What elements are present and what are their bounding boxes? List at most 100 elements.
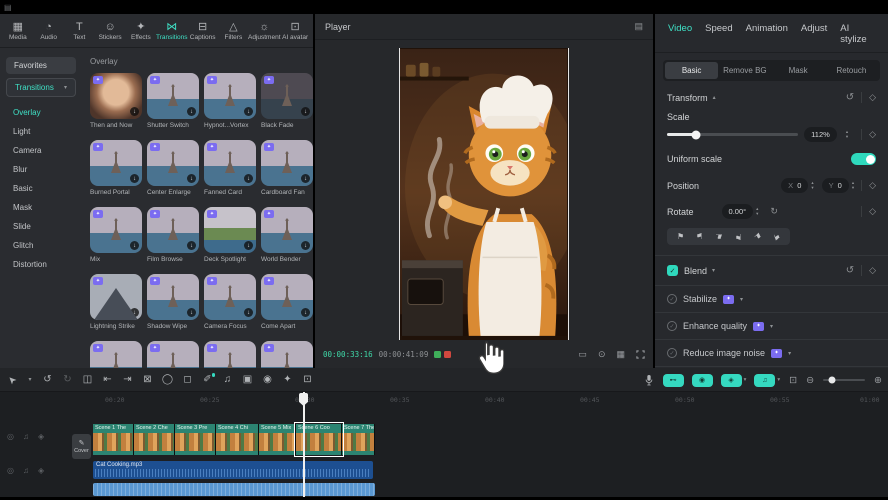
timeline-tool-button[interactable]: ➤ (4, 371, 21, 388)
inspector-subtab[interactable]: Basic (665, 62, 718, 79)
rotate-keyframe-button[interactable]: ◇ (861, 206, 876, 217)
timeline-tool-button[interactable]: ▣ (241, 374, 254, 385)
timeline-tool-button[interactable]: ♫ (221, 374, 234, 385)
cover-button[interactable]: ✎ Cover (72, 434, 91, 459)
blend-keyframe-button[interactable]: ◇ (861, 265, 876, 276)
inspector-section-row[interactable]: ✓ Enhance quality ✦ ▾ (655, 312, 888, 339)
align-center-h-icon[interactable]: ⚑ (752, 231, 763, 242)
chevron-down-icon[interactable]: ▾ (788, 350, 791, 357)
inspector-tab[interactable]: Adjust (801, 23, 827, 45)
transition-item[interactable]: ✦ ↓ Come Apart (261, 274, 313, 330)
align-bottom-icon[interactable]: ⚑ (735, 232, 742, 241)
aspect-ratio-icon[interactable]: ▭ (578, 349, 587, 360)
sidebar-category-item[interactable]: Light (0, 122, 82, 141)
sidebar-category-selector[interactable]: Transitions ▾ (6, 78, 76, 97)
chevron-down-icon[interactable]: ▾ (740, 296, 743, 303)
sidebar-category-item[interactable]: Overlay (0, 103, 82, 122)
preview-focus-icon[interactable]: ⊙ (598, 349, 606, 360)
timeline-tool-button[interactable]: ⊠ (141, 374, 154, 385)
timeline-tool-button[interactable]: ✐ (201, 374, 214, 385)
sidebar-favorites-button[interactable]: Favorites (6, 57, 76, 74)
timeline-quick-button[interactable]: ♫ ▾ (754, 374, 780, 387)
align-left-icon[interactable]: ⚑ (677, 232, 684, 241)
rotate-dial-icon[interactable]: ↻ (770, 206, 778, 217)
sidebar-category-item[interactable]: Blur (0, 160, 82, 179)
inspector-section-row[interactable]: ✓ Stabilize ✦ ▾ (655, 286, 888, 312)
transition-item[interactable]: ✦ ↓ Cardboard Fan (261, 140, 313, 196)
inspector-tab[interactable]: Video (668, 23, 692, 45)
fullscreen-icon[interactable] (636, 350, 645, 359)
transform-keyframe-button[interactable]: ◇ (861, 92, 876, 103)
timeline-zoom-out-icon[interactable]: ⊖ (806, 375, 814, 386)
timeline-tool-button[interactable]: ▾ (26, 376, 34, 383)
transition-item[interactable]: ✦ ↓ Center Enlarge (147, 140, 199, 196)
transition-item[interactable]: ✦ ↓ (261, 341, 313, 368)
timeline-tool-button[interactable]: ◻ (181, 374, 194, 385)
video-clip[interactable]: Scene 4 Chi (216, 424, 259, 455)
media-toolbar-tab[interactable]: △ Filters (219, 21, 249, 41)
video-clip[interactable]: Scene 3 Pre (175, 424, 216, 455)
timeline-tool-button[interactable]: ↺ (41, 374, 54, 385)
media-toolbar-tab[interactable]: ⋈ Transitions (157, 21, 187, 41)
rotate-stepper[interactable]: ▴▾ (756, 207, 758, 216)
media-toolbar-tab[interactable]: ⊟ Captions (188, 21, 218, 41)
lock-track-icon[interactable]: ◈ (38, 432, 44, 441)
uniform-scale-toggle[interactable] (851, 153, 876, 165)
sidebar-category-item[interactable]: Mask (0, 198, 82, 217)
transition-item[interactable]: ✦ ↓ (90, 341, 142, 368)
microphone-icon[interactable] (644, 374, 654, 386)
timeline-tool-button[interactable]: ◯ (161, 374, 174, 385)
playhead-line[interactable] (303, 392, 305, 497)
scale-slider[interactable] (667, 133, 798, 136)
transition-item[interactable]: ✦ ↓ Mix (90, 207, 142, 263)
video-clip[interactable]: Scene 7 The (342, 424, 375, 455)
inspector-tab[interactable]: Animation (746, 23, 788, 45)
sidebar-category-item[interactable]: Camera (0, 141, 82, 160)
mute-track-icon[interactable]: ♫ (23, 432, 29, 441)
transition-item[interactable]: ✦ ↓ (147, 341, 199, 368)
media-toolbar-tab[interactable]: ⊡ AI avatar (280, 21, 310, 41)
media-toolbar-tab[interactable]: ◔ Audio (34, 21, 64, 41)
scale-value-input[interactable]: 112% (804, 127, 837, 142)
transition-item[interactable]: ✦ ↓ World Bender (261, 207, 313, 263)
position-y-input[interactable]: Y 0 (822, 178, 849, 193)
chevron-down-icon[interactable]: ▾ (712, 267, 715, 274)
inspector-tab[interactable]: Speed (705, 23, 732, 45)
inspector-subtab[interactable]: Mask (772, 62, 825, 79)
transition-item[interactable]: ✦ ↓ (204, 341, 256, 368)
timeline-quick-button[interactable]: ◈ ▾ (721, 374, 747, 387)
transition-item[interactable]: ✦ ↓ Then and Now (90, 73, 142, 129)
transition-item[interactable]: ✦ ↓ Hypnot...Vortex (204, 73, 256, 129)
sidebar-category-item[interactable]: Glitch (0, 236, 82, 255)
media-toolbar-tab[interactable]: T Text (65, 21, 95, 41)
toggle-track-visibility-icon[interactable]: ◎ (7, 466, 14, 475)
timeline-quick-button[interactable]: ⊷ ▾ (663, 374, 684, 387)
timeline-tool-button[interactable]: ↻ (61, 374, 74, 385)
timeline-tool-button[interactable]: ✦ (281, 374, 294, 385)
position-y-stepper[interactable]: ▴▾ (852, 181, 854, 190)
video-clip[interactable]: Scene 2 Che (134, 424, 175, 455)
transition-item[interactable]: ✦ ↓ Camera Focus (204, 274, 256, 330)
timeline-tool-button[interactable]: ⊡ (301, 374, 314, 385)
section-checkbox[interactable]: ✓ (667, 348, 677, 358)
transition-item[interactable]: ✦ ↓ Black Fade (261, 73, 313, 129)
player-menu-icon[interactable]: ▤ (634, 21, 643, 32)
align-right-icon[interactable]: ⚑ (696, 232, 703, 241)
sidebar-category-item[interactable]: Basic (0, 179, 82, 198)
position-x-input[interactable]: X 0 (781, 178, 808, 193)
inspector-section-row[interactable]: ✓ Reduce image noise ✦ ▾ (655, 339, 888, 366)
audio-clip[interactable]: Cat Cooking.mp3 (93, 461, 373, 479)
timeline-quick-button[interactable]: ◉ ▾ (692, 374, 713, 387)
transition-item[interactable]: ✦ ↓ Shadow Wipe (147, 274, 199, 330)
preview-quality-icon[interactable]: ▦ (616, 349, 625, 360)
timeline-zoom-in-icon[interactable]: ⊕ (874, 375, 882, 386)
section-checkbox[interactable]: ✓ (667, 321, 677, 331)
stepper-down-icon[interactable]: ▾ (846, 135, 848, 140)
transition-item[interactable]: ✦ ↓ Fanned Card (204, 140, 256, 196)
scale-keyframe-button[interactable]: ◇ (861, 129, 876, 140)
chevron-down-icon[interactable]: ▾ (770, 323, 773, 330)
timeline-tool-button[interactable]: ⇤ (101, 374, 114, 385)
blend-checkbox[interactable]: ✓ (667, 265, 678, 276)
inspector-subtab[interactable]: Remove BG (718, 62, 771, 79)
transform-reset-button[interactable]: ↺ (846, 92, 854, 103)
